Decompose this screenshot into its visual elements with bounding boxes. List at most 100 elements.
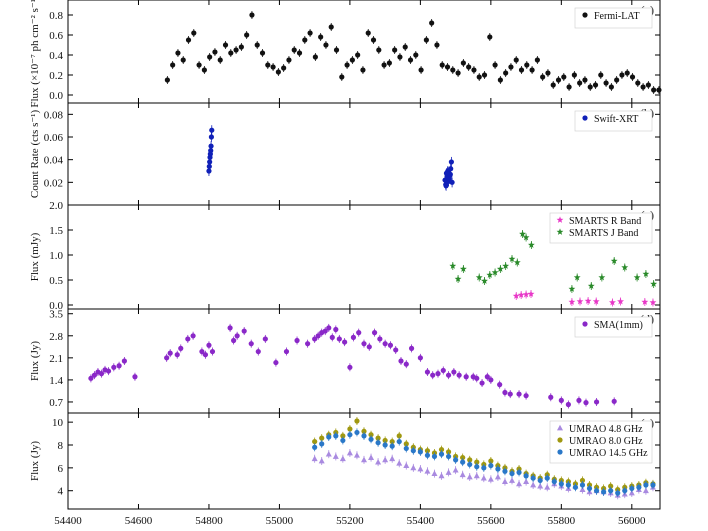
y-tick-label: 3.5 <box>49 309 63 321</box>
data-point <box>501 478 508 484</box>
data-point <box>164 77 170 83</box>
data-point <box>445 469 452 475</box>
data-point <box>516 391 522 397</box>
data-point <box>444 64 451 70</box>
data-point <box>635 80 641 86</box>
series-sma(1mm) <box>88 323 617 409</box>
data-point <box>121 358 127 364</box>
data-point <box>530 481 537 488</box>
legend: Fermi-LAT <box>574 7 653 29</box>
y-tick-label: 1.4 <box>49 375 63 387</box>
series-smarts-r-band <box>512 290 657 307</box>
data-point <box>318 457 325 464</box>
panel-frame <box>67 102 661 206</box>
data-point <box>608 84 614 90</box>
data-point <box>651 87 657 93</box>
y-tick-label: 0.02 <box>44 177 63 189</box>
data-point <box>319 441 325 447</box>
data-point <box>643 482 649 488</box>
data-point <box>577 80 583 86</box>
data-point <box>629 485 635 492</box>
data-point <box>254 42 260 48</box>
data-point <box>217 57 223 63</box>
data-point <box>502 389 508 396</box>
data-point <box>566 84 572 90</box>
data-point <box>513 57 519 63</box>
data-point <box>206 342 212 348</box>
data-point <box>481 465 487 471</box>
legend-label: UMRAO 8.0 GHz <box>569 436 643 447</box>
series-swift-xrt <box>206 125 455 191</box>
data-point <box>524 62 530 68</box>
data-point <box>410 448 416 454</box>
y-tick-label: 0.06 <box>44 132 64 144</box>
data-point <box>576 397 582 403</box>
panel-1: 0.00.20.40.60.8Flux (×10⁻⁷ ph cm⁻² s⁻¹)(… <box>29 0 662 108</box>
data-point <box>645 82 651 88</box>
data-point <box>593 488 600 494</box>
data-point <box>190 333 196 339</box>
y-tick-label: 0.2 <box>49 70 63 82</box>
data-point <box>558 397 564 403</box>
data-point <box>360 67 366 73</box>
data-point <box>624 70 630 76</box>
data-point <box>523 473 529 479</box>
legend-marker <box>582 321 588 327</box>
data-point <box>175 50 181 56</box>
data-point <box>382 442 388 448</box>
data-point <box>434 42 440 48</box>
data-point <box>558 481 564 487</box>
data-point <box>529 67 535 73</box>
data-point <box>495 466 501 472</box>
data-point <box>244 32 250 38</box>
data-point <box>460 60 466 66</box>
data-point <box>447 171 453 177</box>
data-point <box>329 334 335 340</box>
y-axis-label: Flux (Jy) <box>29 441 41 481</box>
legend: SMARTS R BandSMARTS J Band <box>549 212 653 244</box>
legend-marker <box>557 437 563 443</box>
data-point <box>537 477 543 484</box>
data-point <box>509 477 515 483</box>
data-point <box>185 336 191 342</box>
data-point <box>497 77 503 83</box>
data-point <box>311 455 318 462</box>
data-point <box>445 372 452 378</box>
data-point <box>449 179 455 185</box>
data-point <box>460 459 466 465</box>
data-point <box>208 143 214 149</box>
data-point <box>392 47 398 53</box>
legend-marker <box>582 12 588 18</box>
data-point <box>453 457 459 463</box>
data-point <box>438 451 445 457</box>
legend-label: UMRAO 14.5 GHz <box>569 448 648 459</box>
legend-label: Fermi-LAT <box>594 11 640 22</box>
data-point <box>201 67 207 73</box>
data-point <box>438 472 445 479</box>
data-point <box>368 454 375 460</box>
data-point <box>167 350 173 356</box>
data-point <box>180 57 186 63</box>
y-tick-label: 4 <box>58 486 64 498</box>
data-point <box>402 44 408 50</box>
data-point <box>333 433 339 439</box>
x-tick-label: 54800 <box>195 515 223 527</box>
data-point <box>579 482 586 488</box>
data-point <box>417 449 423 455</box>
x-tick-label: 54400 <box>54 515 82 527</box>
data-point <box>270 64 276 70</box>
data-point <box>481 72 488 78</box>
data-point <box>342 339 348 345</box>
data-point <box>494 473 501 480</box>
data-point <box>476 74 482 80</box>
data-point <box>368 436 374 442</box>
data-point <box>592 82 599 88</box>
data-point <box>550 82 556 88</box>
y-tick-label: 0.8 <box>49 10 63 22</box>
legend-label: SMARTS J Band <box>569 228 638 239</box>
data-point <box>234 333 240 339</box>
data-point <box>629 74 636 80</box>
data-point <box>479 380 485 386</box>
data-point <box>255 348 261 355</box>
panel-4: 0.71.42.12.83.5Flux (Jy)(d)SMA(1mm) <box>29 308 661 414</box>
